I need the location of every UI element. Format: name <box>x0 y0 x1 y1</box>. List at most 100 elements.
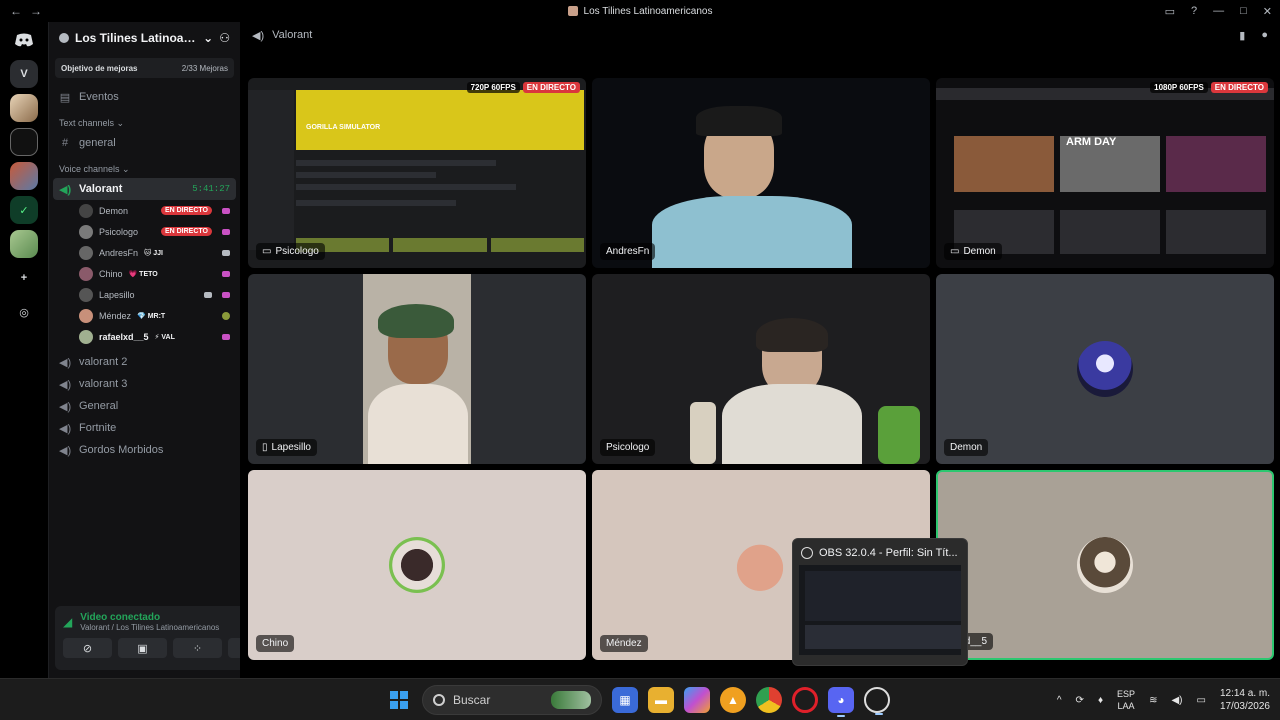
language-indicator[interactable]: ESP LAA <box>1117 688 1135 712</box>
avatar-tile-speaking[interactable]: elxd__5 <box>936 470 1274 660</box>
activity-icon <box>222 311 230 320</box>
pin-icon[interactable]: ▮ <box>1239 29 1245 42</box>
discord-home-icon[interactable] <box>10 26 38 54</box>
sync-icon[interactable]: ⟳ <box>1076 695 1084 706</box>
speaker-icon: ◀) <box>59 356 72 369</box>
quality-badge: 720P 60FPS <box>466 82 520 93</box>
add-server-icon[interactable]: + <box>10 264 38 292</box>
user-tag: 💗 TETO <box>128 270 158 278</box>
signal-icon[interactable]: ◢ <box>63 615 72 629</box>
chevron-up-icon[interactable]: ^ <box>1057 695 1062 706</box>
video-tile[interactable]: AndresFn <box>592 78 930 268</box>
screen-share-icon[interactable]: ▣ <box>118 638 167 658</box>
maximize-icon[interactable]: □ <box>1240 5 1247 17</box>
guild-header[interactable]: Los Tilines Latinoameri... ⌄ ⚇ <box>49 22 240 54</box>
voice-timer: 5:41:27 <box>192 184 230 194</box>
live-badge: EN DIRECTO <box>1210 82 1268 93</box>
voice-user[interactable]: Chino 💗 TETO <box>49 263 240 284</box>
taskbar-search[interactable]: Buscar <box>422 685 602 715</box>
app-icon[interactable]: ▲ <box>720 687 746 713</box>
voice-channel-item[interactable]: ◀) Fortnite <box>49 417 240 439</box>
start-menu-icon[interactable] <box>386 687 412 713</box>
live-badge: EN DIRECTO <box>160 227 212 236</box>
close-icon[interactable]: ✕ <box>1263 5 1272 18</box>
mobile-icon: ▯ <box>262 442 268 453</box>
microphone-icon[interactable]: ♦ <box>1098 695 1103 706</box>
store-icon[interactable]: ▦ <box>612 687 638 713</box>
server-icon-4[interactable]: ✓ <box>10 196 38 224</box>
video-tile[interactable]: ▯ Lapesillo <box>248 274 586 464</box>
voice-user[interactable]: Demon EN DIRECTO <box>49 200 240 221</box>
clock[interactable]: 12:14 a. m. 17/03/2026 <box>1220 687 1270 713</box>
explore-icon[interactable]: ◎ <box>10 298 38 326</box>
file-explorer-icon[interactable]: ▬ <box>648 687 674 713</box>
voice-user[interactable]: rafaelxd__5 ⚡ VAL <box>49 326 240 347</box>
tile-label: ▭ Demon <box>944 243 1002 260</box>
discord-taskbar-icon[interactable]: ◕ <box>828 687 854 717</box>
voice-user[interactable]: Lapesillo <box>49 284 240 305</box>
server-icon-2[interactable] <box>10 128 38 156</box>
window-title-text: Los Tilines Latinoamericanos <box>583 5 713 17</box>
video-tile[interactable]: Psicologo <box>592 274 930 464</box>
screen-icon: ▭ <box>950 246 960 257</box>
camera-off-icon[interactable]: ⊘ <box>63 638 112 658</box>
voice-channel-item[interactable]: ◀) valorant 3 <box>49 373 240 395</box>
window-controls: ▭ ? — □ ✕ <box>1165 0 1272 22</box>
speaker-icon: ◀) <box>59 183 72 196</box>
channel-header: ◀) Valorant ▮ ● <box>240 22 1280 48</box>
headset-icon <box>222 228 230 235</box>
tile-label: Méndez <box>600 635 648 652</box>
server-icon-3[interactable] <box>10 162 38 190</box>
battery-icon[interactable]: ▭ <box>1196 695 1205 706</box>
voice-channel-item[interactable]: ◀) General <box>49 395 240 417</box>
voice-channel-valorant[interactable]: ◀) Valorant 5:41:27 <box>53 178 236 200</box>
activities-icon[interactable]: ⁘ <box>173 638 222 658</box>
inbox-icon[interactable]: ▭ <box>1165 5 1175 18</box>
stream-preview: GORILLA SIMULATOR <box>248 78 586 268</box>
avatar-tile[interactable]: Demon <box>936 274 1274 464</box>
voice-channel-item[interactable]: ◀) valorant 2 <box>49 351 240 373</box>
stream-preview: ARM DAY <box>936 78 1274 268</box>
wifi-icon[interactable]: ≋ <box>1149 695 1157 706</box>
stream-tile[interactable]: GORILLA SIMULATOR 720P 60FPS EN DIRECTO … <box>248 78 586 268</box>
opera-icon[interactable] <box>792 687 818 713</box>
obs-taskbar-icon[interactable] <box>864 687 890 715</box>
chevron-down-icon: ⌄ <box>203 31 214 45</box>
channel-general[interactable]: # general <box>49 132 240 154</box>
voice-channel-item[interactable]: ◀) Gordos Morbidos <box>49 439 240 461</box>
camera-icon <box>204 291 212 298</box>
avatar-tile[interactable]: Chino <box>248 470 586 660</box>
voice-user[interactable]: Psicologo EN DIRECTO <box>49 221 240 242</box>
stream-title: GORILLA SIMULATOR <box>306 124 381 131</box>
events-item[interactable]: ▤ Eventos <box>49 86 240 108</box>
chat-icon[interactable]: ● <box>1261 29 1268 42</box>
copilot-icon[interactable] <box>684 687 710 713</box>
add-user-icon[interactable]: ⚇ <box>219 31 230 45</box>
user-tag: ⚡ VAL <box>154 333 175 341</box>
forward-arrow-icon[interactable]: → <box>30 4 42 18</box>
voice-user[interactable]: Méndez 💎 MR:T <box>49 305 240 326</box>
help-icon[interactable]: ? <box>1191 5 1197 17</box>
server-icon-1[interactable] <box>10 94 38 122</box>
boost-progress[interactable]: Objetivo de mejoras 2/33 Mejoras <box>55 58 234 78</box>
obs-window-title: OBS 32.0.4 - Perfil: Sin Tít... <box>819 547 958 559</box>
server-v[interactable]: V <box>10 60 38 88</box>
volume-icon[interactable]: ◀) <box>1171 695 1182 706</box>
headset-icon <box>222 333 230 340</box>
back-arrow-icon[interactable]: ← <box>10 4 22 18</box>
voice-user[interactable]: AndresFn 🐱 JJI <box>49 242 240 263</box>
connection-location[interactable]: Valorant / Los Tilines Latinoamericanos <box>80 623 220 632</box>
chrome-icon[interactable] <box>756 687 782 713</box>
speaker-icon: ◀) <box>59 444 72 457</box>
obs-taskbar-preview[interactable]: OBS 32.0.4 - Perfil: Sin Tít... <box>792 538 968 666</box>
voice-category[interactable]: Voice channels ⌄ <box>49 160 240 178</box>
text-category[interactable]: Text channels ⌄ <box>49 114 240 132</box>
boost-label: Objetivo de mejoras <box>61 63 138 73</box>
hash-icon: # <box>61 137 69 149</box>
tile-label: ▭ Psicologo <box>256 243 325 260</box>
server-icon-5[interactable] <box>10 230 38 258</box>
stream-tile[interactable]: ARM DAY 1080P 60FPS EN DIRECTO ▭ Demon <box>936 78 1274 268</box>
minimize-icon[interactable]: — <box>1213 5 1224 17</box>
avatar <box>79 224 93 239</box>
headset-icon <box>222 207 230 214</box>
